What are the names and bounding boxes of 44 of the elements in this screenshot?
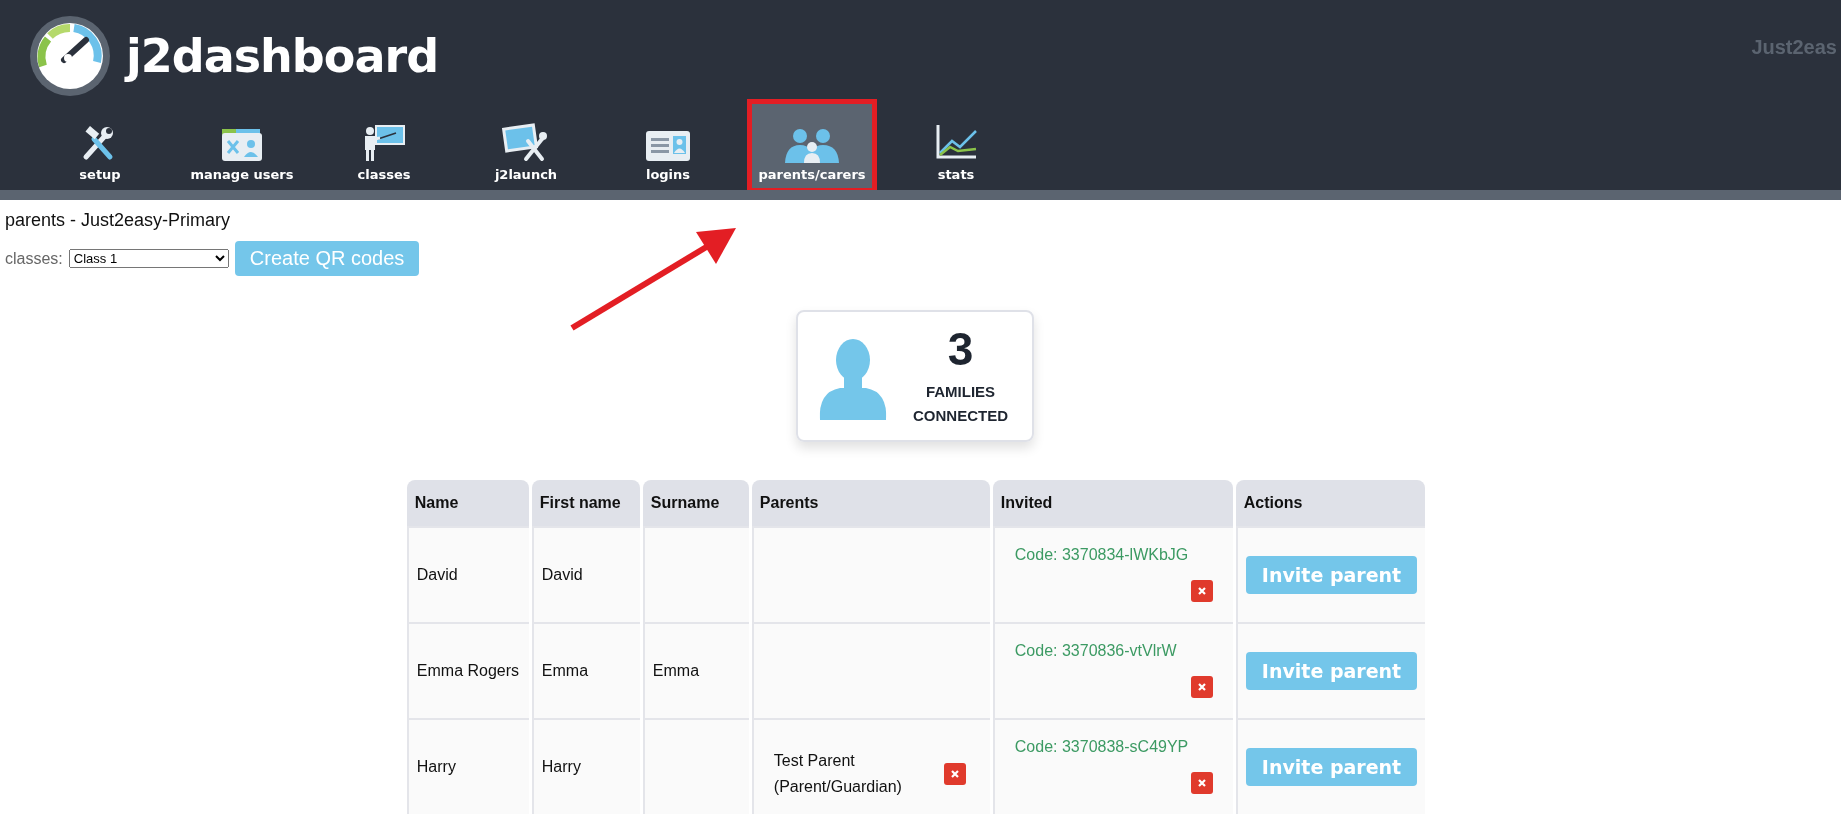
column-header: First name: [531, 480, 640, 526]
table-cell: Emma: [531, 622, 640, 718]
field-label: classes:: [5, 249, 63, 268]
toolbox-icon: [220, 127, 264, 163]
close-icon: [1196, 682, 1207, 692]
invite-code: Code: 3370836-vtVlrW: [1013, 641, 1178, 660]
nav-tab[interactable]: logins: [598, 102, 738, 190]
remove-button[interactable]: [943, 763, 966, 785]
nav-tab[interactable]: stats: [886, 102, 1026, 190]
column-header: Actions: [1235, 480, 1426, 526]
invite-code: Code: 3370834-lWKbJG: [1013, 545, 1190, 564]
nav-tab[interactable]: manage users: [172, 102, 312, 190]
logo-wordmark: j2dashboard: [126, 29, 439, 83]
close-icon: [1196, 586, 1207, 596]
column-header: Parents: [751, 480, 990, 526]
close-icon: [949, 769, 960, 779]
gauge-logo-icon: [28, 14, 112, 98]
count-caption: FAMILIES CONNECTED: [912, 382, 1009, 426]
parent-name: Test Parent (Parent/Guardian): [773, 751, 903, 797]
parents-child-icon: [782, 127, 842, 163]
family-count: 3: [947, 326, 974, 372]
table-cell: David: [406, 526, 529, 622]
screen-tools-icon: [502, 123, 550, 163]
table-cell: David: [531, 526, 640, 622]
table-cell: Harry: [406, 718, 529, 814]
column-header: Name: [406, 480, 529, 526]
remove-button[interactable]: [1190, 676, 1213, 698]
teacher-board-icon: [362, 123, 406, 163]
class-dropdown[interactable]: Class 1: [68, 249, 229, 268]
table-cell: Emma: [642, 622, 749, 718]
invite-code: Code: 3370838-sC49YP: [1013, 737, 1190, 756]
table-cell: Harry: [531, 718, 640, 814]
remove-button[interactable]: [1190, 772, 1213, 794]
nav-tab[interactable]: parents/carers: [750, 102, 874, 190]
close-icon: [1196, 778, 1207, 788]
table-cell: Emma Rogers: [406, 622, 529, 718]
page-title: parents - Just2easy-Primary: [5, 209, 232, 231]
nav-tab[interactable]: classes: [314, 102, 454, 190]
nav-tab[interactable]: setup: [30, 102, 170, 190]
column-header: Invited: [992, 480, 1233, 526]
nav-tab[interactable]: j2launch: [456, 102, 596, 190]
column-header: Surname: [642, 480, 749, 526]
remove-button[interactable]: [1190, 580, 1213, 602]
id-card-icon: [644, 129, 692, 163]
